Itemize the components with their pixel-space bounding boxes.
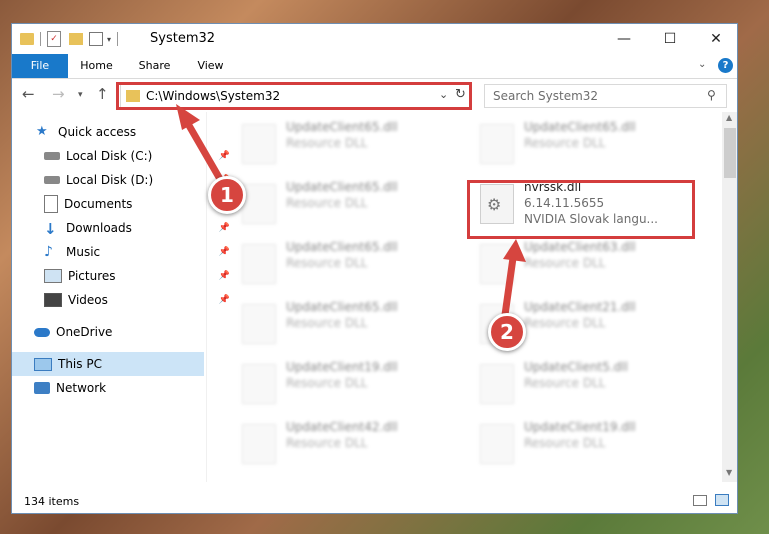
step-2-badge: 2 bbox=[488, 313, 526, 351]
annotation-arrows bbox=[176, 104, 526, 326]
arrow-step-2 bbox=[500, 239, 526, 326]
step-1-badge: 1 bbox=[208, 176, 246, 214]
arrow-step-1 bbox=[176, 104, 228, 190]
